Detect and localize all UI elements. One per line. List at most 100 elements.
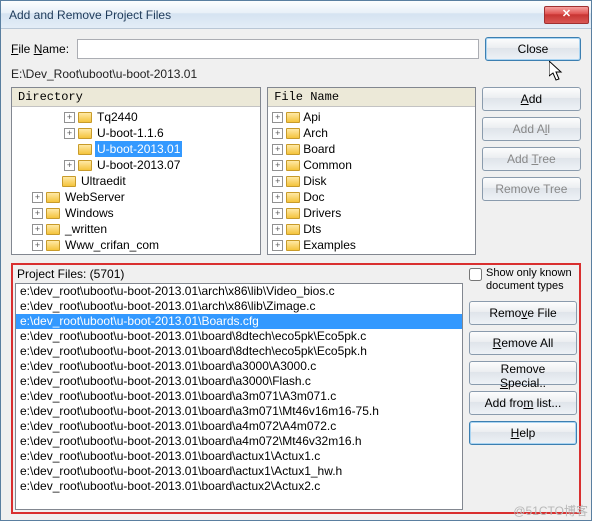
file-item[interactable]: +Disk bbox=[272, 173, 475, 189]
expand-icon[interactable]: + bbox=[64, 160, 75, 171]
folder-icon bbox=[286, 176, 300, 187]
file-item[interactable]: +Api bbox=[272, 109, 475, 125]
filename-row: File Name: Close bbox=[11, 37, 581, 61]
help-button[interactable]: Help bbox=[469, 421, 577, 445]
project-file-item[interactable]: e:\dev_root\uboot\u-boot-2013.01\board\a… bbox=[16, 359, 462, 374]
project-files-label: Project Files: (5701) bbox=[15, 267, 463, 283]
filename-input[interactable] bbox=[77, 39, 479, 59]
expand-icon[interactable]: + bbox=[64, 112, 75, 123]
expand-icon[interactable]: + bbox=[32, 240, 43, 251]
add-tree-button[interactable]: Add Tree bbox=[482, 147, 581, 171]
remove-special-button[interactable]: Remove Special.. bbox=[469, 361, 577, 385]
expand-icon[interactable]: + bbox=[272, 128, 283, 139]
titlebar[interactable]: Add and Remove Project Files ✕ bbox=[1, 1, 591, 29]
remove-all-button[interactable]: Remove All bbox=[469, 331, 577, 355]
add-from-list-button[interactable]: Add from list... bbox=[469, 391, 577, 415]
file-header: File Name bbox=[268, 88, 475, 107]
tree-item[interactable]: +WebServer bbox=[16, 189, 260, 205]
close-button[interactable]: Close bbox=[485, 37, 581, 61]
folder-icon bbox=[286, 112, 300, 123]
expand-icon[interactable]: + bbox=[272, 112, 283, 123]
file-item[interactable]: + Dts bbox=[272, 221, 475, 237]
expand-icon[interactable]: + bbox=[272, 192, 283, 203]
expand-icon[interactable]: + bbox=[272, 224, 283, 235]
file-label: Arch bbox=[303, 125, 328, 141]
tree-item[interactable]: + Windows bbox=[16, 205, 260, 221]
file-label: Dts bbox=[303, 221, 321, 237]
file-item[interactable]: + Examples bbox=[272, 237, 475, 253]
project-files-list[interactable]: e:\dev_root\uboot\u-boot-2013.01\arch\x8… bbox=[15, 283, 463, 510]
project-file-item[interactable]: e:\dev_root\uboot\u-boot-2013.01\board\8… bbox=[16, 329, 462, 344]
expand-icon[interactable]: + bbox=[272, 160, 283, 171]
project-file-item[interactable]: e:\dev_root\uboot\u-boot-2013.01\board\a… bbox=[16, 449, 462, 464]
side-buttons: Add Add All Add Tree Remove Tree bbox=[482, 87, 581, 255]
expand-icon[interactable]: + bbox=[32, 192, 43, 203]
directory-tree[interactable]: +Tq2440+U-boot-1.1.6U-boot-2013.01+U-boo… bbox=[12, 107, 260, 254]
tree-item[interactable]: + U-boot-1.1.6 bbox=[16, 125, 260, 141]
file-item[interactable]: +Drivers bbox=[272, 205, 475, 221]
show-only-known-checkbox[interactable] bbox=[469, 268, 482, 281]
folder-icon bbox=[286, 224, 300, 235]
tree-label: U-boot-1.1.6 bbox=[95, 125, 166, 141]
project-file-item[interactable]: e:\dev_root\uboot\u-boot-2013.01\board\a… bbox=[16, 464, 462, 479]
project-file-item[interactable]: e:\dev_root\uboot\u-boot-2013.01\board\a… bbox=[16, 404, 462, 419]
file-label: Examples bbox=[303, 237, 356, 253]
tree-item[interactable]: + Www_crifan_com bbox=[16, 237, 260, 253]
file-item[interactable]: +Fs bbox=[272, 253, 475, 254]
expand-icon[interactable]: + bbox=[32, 208, 43, 219]
path-row: E:\Dev_Root\uboot\u-boot-2013.01 bbox=[11, 67, 581, 81]
project-file-item[interactable]: e:\dev_root\uboot\u-boot-2013.01\board\8… bbox=[16, 344, 462, 359]
tree-item[interactable]: Ultraedit bbox=[16, 173, 260, 189]
folder-icon bbox=[46, 208, 60, 219]
folder-icon bbox=[286, 240, 300, 251]
tree-item[interactable]: + _written bbox=[16, 221, 260, 237]
add-all-button[interactable]: Add All bbox=[482, 117, 581, 141]
expand-icon[interactable]: + bbox=[32, 224, 43, 235]
project-file-item[interactable]: e:\dev_root\uboot\u-boot-2013.01\arch\x8… bbox=[16, 299, 462, 314]
expand-spacer bbox=[48, 176, 59, 187]
expand-icon[interactable]: + bbox=[272, 208, 283, 219]
file-label: Board bbox=[303, 141, 335, 157]
window-close-button[interactable]: ✕ bbox=[544, 6, 589, 24]
file-label: Doc bbox=[303, 189, 324, 205]
tree-item[interactable]: +在线课程 bbox=[16, 253, 260, 254]
project-file-item[interactable]: e:\dev_root\uboot\u-boot-2013.01\board\a… bbox=[16, 479, 462, 494]
project-file-item[interactable]: e:\dev_root\uboot\u-boot-2013.01\board\a… bbox=[16, 419, 462, 434]
project-file-item[interactable]: e:\dev_root\uboot\u-boot-2013.01\arch\x8… bbox=[16, 284, 462, 299]
folder-icon bbox=[46, 240, 60, 251]
project-files-left: Project Files: (5701) e:\dev_root\uboot\… bbox=[15, 267, 463, 510]
project-file-item[interactable]: e:\dev_root\uboot\u-boot-2013.01\board\a… bbox=[16, 389, 462, 404]
folder-icon bbox=[46, 224, 60, 235]
tree-item[interactable]: +U-boot-2013.07 bbox=[16, 157, 260, 173]
tree-label: _written bbox=[63, 221, 109, 237]
file-item[interactable]: + Board bbox=[272, 141, 475, 157]
folder-icon bbox=[62, 176, 76, 187]
show-only-known-row[interactable]: Show only known document types bbox=[469, 267, 577, 293]
file-list[interactable]: +Api+Arch+Board+Common+Disk+Doc+Drivers+… bbox=[268, 107, 475, 254]
folder-icon bbox=[78, 112, 92, 123]
window-title: Add and Remove Project Files bbox=[9, 8, 544, 22]
folder-icon bbox=[78, 128, 92, 139]
expand-icon[interactable]: + bbox=[64, 128, 75, 139]
tree-item[interactable]: +Tq2440 bbox=[16, 109, 260, 125]
project-file-item[interactable]: e:\dev_root\uboot\u-boot-2013.01\Boards.… bbox=[16, 314, 462, 329]
remove-file-button[interactable]: Remove File bbox=[469, 301, 577, 325]
add-button[interactable]: Add bbox=[482, 87, 581, 111]
tree-label: Www_crifan_com bbox=[63, 237, 161, 253]
remove-tree-button[interactable]: Remove Tree bbox=[482, 177, 581, 201]
expand-icon[interactable]: + bbox=[272, 240, 283, 251]
file-item[interactable]: + Arch bbox=[272, 125, 475, 141]
tree-label: Windows bbox=[63, 205, 116, 221]
directory-pane: Directory +Tq2440+U-boot-1.1.6U-boot-201… bbox=[11, 87, 261, 255]
folder-icon bbox=[286, 192, 300, 203]
folder-icon bbox=[286, 144, 300, 155]
expand-icon[interactable]: + bbox=[272, 176, 283, 187]
expand-icon[interactable]: + bbox=[272, 144, 283, 155]
project-file-item[interactable]: e:\dev_root\uboot\u-boot-2013.01\board\a… bbox=[16, 374, 462, 389]
file-item[interactable]: + Doc bbox=[272, 189, 475, 205]
project-file-item[interactable]: e:\dev_root\uboot\u-boot-2013.01\board\a… bbox=[16, 434, 462, 449]
dialog-window: Add and Remove Project Files ✕ File Name… bbox=[0, 0, 592, 521]
panes-row: Directory +Tq2440+U-boot-1.1.6U-boot-201… bbox=[11, 87, 581, 255]
file-item[interactable]: +Common bbox=[272, 157, 475, 173]
tree-item[interactable]: U-boot-2013.01 bbox=[16, 141, 260, 157]
